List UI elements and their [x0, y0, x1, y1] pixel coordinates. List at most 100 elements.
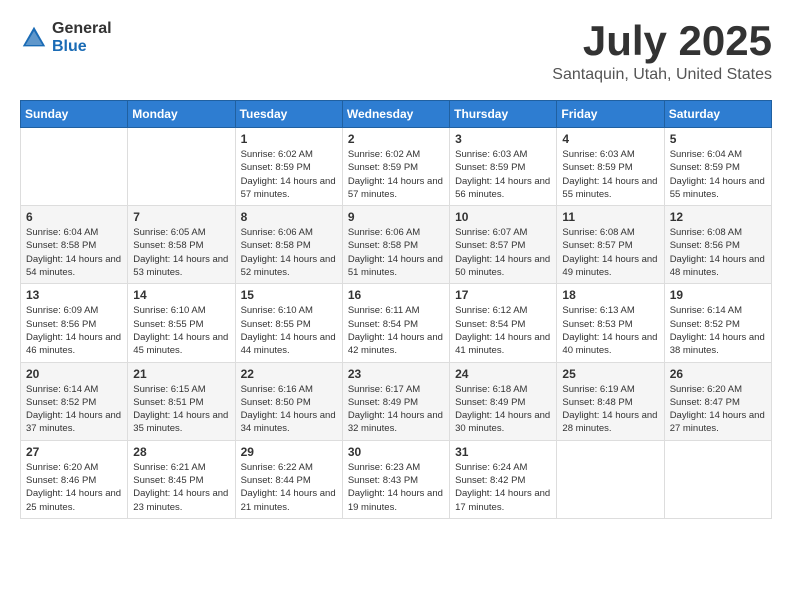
- calendar-cell: 8 Sunrise: 6:06 AMSunset: 8:58 PMDayligh…: [235, 206, 342, 284]
- day-number: 27: [26, 445, 122, 459]
- calendar-cell: 3 Sunrise: 6:03 AMSunset: 8:59 PMDayligh…: [450, 128, 557, 206]
- day-info: Sunrise: 6:16 AMSunset: 8:50 PMDaylight:…: [241, 384, 336, 435]
- day-info: Sunrise: 6:11 AMSunset: 8:54 PMDaylight:…: [348, 305, 443, 356]
- day-info: Sunrise: 6:13 AMSunset: 8:53 PMDaylight:…: [562, 305, 657, 356]
- day-number: 24: [455, 367, 551, 381]
- calendar-cell: 6 Sunrise: 6:04 AMSunset: 8:58 PMDayligh…: [21, 206, 128, 284]
- calendar-week-row: 20 Sunrise: 6:14 AMSunset: 8:52 PMDaylig…: [21, 362, 772, 440]
- day-number: 25: [562, 367, 658, 381]
- day-info: Sunrise: 6:10 AMSunset: 8:55 PMDaylight:…: [241, 305, 336, 356]
- day-info: Sunrise: 6:08 AMSunset: 8:57 PMDaylight:…: [562, 227, 657, 278]
- calendar-week-row: 1 Sunrise: 6:02 AMSunset: 8:59 PMDayligh…: [21, 128, 772, 206]
- calendar-cell: 25 Sunrise: 6:19 AMSunset: 8:48 PMDaylig…: [557, 362, 664, 440]
- day-info: Sunrise: 6:12 AMSunset: 8:54 PMDaylight:…: [455, 305, 550, 356]
- day-info: Sunrise: 6:15 AMSunset: 8:51 PMDaylight:…: [133, 384, 228, 435]
- weekday-header: Monday: [128, 101, 235, 128]
- day-number: 7: [133, 210, 229, 224]
- day-info: Sunrise: 6:02 AMSunset: 8:59 PMDaylight:…: [241, 149, 336, 200]
- day-info: Sunrise: 6:10 AMSunset: 8:55 PMDaylight:…: [133, 305, 228, 356]
- calendar-cell: 24 Sunrise: 6:18 AMSunset: 8:49 PMDaylig…: [450, 362, 557, 440]
- calendar-cell: 19 Sunrise: 6:14 AMSunset: 8:52 PMDaylig…: [664, 284, 771, 362]
- month-title: July 2025: [552, 20, 772, 62]
- day-info: Sunrise: 6:14 AMSunset: 8:52 PMDaylight:…: [26, 384, 121, 435]
- day-number: 4: [562, 132, 658, 146]
- logo-blue: Blue: [52, 38, 112, 56]
- day-number: 12: [670, 210, 766, 224]
- day-number: 10: [455, 210, 551, 224]
- calendar-week-row: 6 Sunrise: 6:04 AMSunset: 8:58 PMDayligh…: [21, 206, 772, 284]
- calendar-cell: [557, 440, 664, 518]
- calendar-cell: 16 Sunrise: 6:11 AMSunset: 8:54 PMDaylig…: [342, 284, 449, 362]
- day-number: 5: [670, 132, 766, 146]
- calendar-cell: 12 Sunrise: 6:08 AMSunset: 8:56 PMDaylig…: [664, 206, 771, 284]
- weekday-header: Sunday: [21, 101, 128, 128]
- day-number: 17: [455, 288, 551, 302]
- calendar-cell: 14 Sunrise: 6:10 AMSunset: 8:55 PMDaylig…: [128, 284, 235, 362]
- day-number: 11: [562, 210, 658, 224]
- day-info: Sunrise: 6:14 AMSunset: 8:52 PMDaylight:…: [670, 305, 765, 356]
- day-info: Sunrise: 6:18 AMSunset: 8:49 PMDaylight:…: [455, 384, 550, 435]
- day-number: 31: [455, 445, 551, 459]
- calendar-week-row: 13 Sunrise: 6:09 AMSunset: 8:56 PMDaylig…: [21, 284, 772, 362]
- day-number: 16: [348, 288, 444, 302]
- day-info: Sunrise: 6:05 AMSunset: 8:58 PMDaylight:…: [133, 227, 228, 278]
- day-number: 26: [670, 367, 766, 381]
- day-info: Sunrise: 6:02 AMSunset: 8:59 PMDaylight:…: [348, 149, 443, 200]
- calendar-cell: 23 Sunrise: 6:17 AMSunset: 8:49 PMDaylig…: [342, 362, 449, 440]
- day-number: 29: [241, 445, 337, 459]
- weekday-header: Friday: [557, 101, 664, 128]
- day-info: Sunrise: 6:06 AMSunset: 8:58 PMDaylight:…: [241, 227, 336, 278]
- day-number: 19: [670, 288, 766, 302]
- calendar-cell: [21, 128, 128, 206]
- weekday-header-row: SundayMondayTuesdayWednesdayThursdayFrid…: [21, 101, 772, 128]
- day-info: Sunrise: 6:03 AMSunset: 8:59 PMDaylight:…: [562, 149, 657, 200]
- calendar-cell: 28 Sunrise: 6:21 AMSunset: 8:45 PMDaylig…: [128, 440, 235, 518]
- day-info: Sunrise: 6:04 AMSunset: 8:58 PMDaylight:…: [26, 227, 121, 278]
- day-info: Sunrise: 6:24 AMSunset: 8:42 PMDaylight:…: [455, 462, 550, 513]
- day-info: Sunrise: 6:21 AMSunset: 8:45 PMDaylight:…: [133, 462, 228, 513]
- weekday-header: Wednesday: [342, 101, 449, 128]
- calendar-cell: 1 Sunrise: 6:02 AMSunset: 8:59 PMDayligh…: [235, 128, 342, 206]
- day-number: 20: [26, 367, 122, 381]
- day-number: 9: [348, 210, 444, 224]
- calendar-cell: 2 Sunrise: 6:02 AMSunset: 8:59 PMDayligh…: [342, 128, 449, 206]
- calendar-cell: 15 Sunrise: 6:10 AMSunset: 8:55 PMDaylig…: [235, 284, 342, 362]
- calendar-cell: 22 Sunrise: 6:16 AMSunset: 8:50 PMDaylig…: [235, 362, 342, 440]
- calendar-table: SundayMondayTuesdayWednesdayThursdayFrid…: [20, 100, 772, 519]
- logo-text: General Blue: [52, 20, 112, 55]
- day-info: Sunrise: 6:17 AMSunset: 8:49 PMDaylight:…: [348, 384, 443, 435]
- day-number: 18: [562, 288, 658, 302]
- calendar-cell: 9 Sunrise: 6:06 AMSunset: 8:58 PMDayligh…: [342, 206, 449, 284]
- weekday-header: Thursday: [450, 101, 557, 128]
- calendar-cell: 29 Sunrise: 6:22 AMSunset: 8:44 PMDaylig…: [235, 440, 342, 518]
- day-info: Sunrise: 6:23 AMSunset: 8:43 PMDaylight:…: [348, 462, 443, 513]
- title-block: July 2025 Santaquin, Utah, United States: [552, 20, 772, 84]
- day-number: 1: [241, 132, 337, 146]
- day-number: 3: [455, 132, 551, 146]
- calendar-cell: 31 Sunrise: 6:24 AMSunset: 8:42 PMDaylig…: [450, 440, 557, 518]
- logo-general: General: [52, 20, 112, 38]
- calendar-cell: [128, 128, 235, 206]
- day-number: 28: [133, 445, 229, 459]
- day-number: 2: [348, 132, 444, 146]
- calendar-cell: 27 Sunrise: 6:20 AMSunset: 8:46 PMDaylig…: [21, 440, 128, 518]
- calendar-cell: 10 Sunrise: 6:07 AMSunset: 8:57 PMDaylig…: [450, 206, 557, 284]
- calendar-cell: 5 Sunrise: 6:04 AMSunset: 8:59 PMDayligh…: [664, 128, 771, 206]
- day-info: Sunrise: 6:04 AMSunset: 8:59 PMDaylight:…: [670, 149, 765, 200]
- logo: General Blue: [20, 20, 112, 55]
- logo-icon: [20, 24, 48, 52]
- calendar-cell: [664, 440, 771, 518]
- day-number: 6: [26, 210, 122, 224]
- location: Santaquin, Utah, United States: [552, 66, 772, 84]
- day-info: Sunrise: 6:03 AMSunset: 8:59 PMDaylight:…: [455, 149, 550, 200]
- calendar-cell: 7 Sunrise: 6:05 AMSunset: 8:58 PMDayligh…: [128, 206, 235, 284]
- calendar-cell: 26 Sunrise: 6:20 AMSunset: 8:47 PMDaylig…: [664, 362, 771, 440]
- day-number: 30: [348, 445, 444, 459]
- calendar-cell: 18 Sunrise: 6:13 AMSunset: 8:53 PMDaylig…: [557, 284, 664, 362]
- day-number: 14: [133, 288, 229, 302]
- day-info: Sunrise: 6:20 AMSunset: 8:47 PMDaylight:…: [670, 384, 765, 435]
- page-header: General Blue July 2025 Santaquin, Utah, …: [20, 20, 772, 84]
- day-info: Sunrise: 6:09 AMSunset: 8:56 PMDaylight:…: [26, 305, 121, 356]
- weekday-header: Saturday: [664, 101, 771, 128]
- day-info: Sunrise: 6:20 AMSunset: 8:46 PMDaylight:…: [26, 462, 121, 513]
